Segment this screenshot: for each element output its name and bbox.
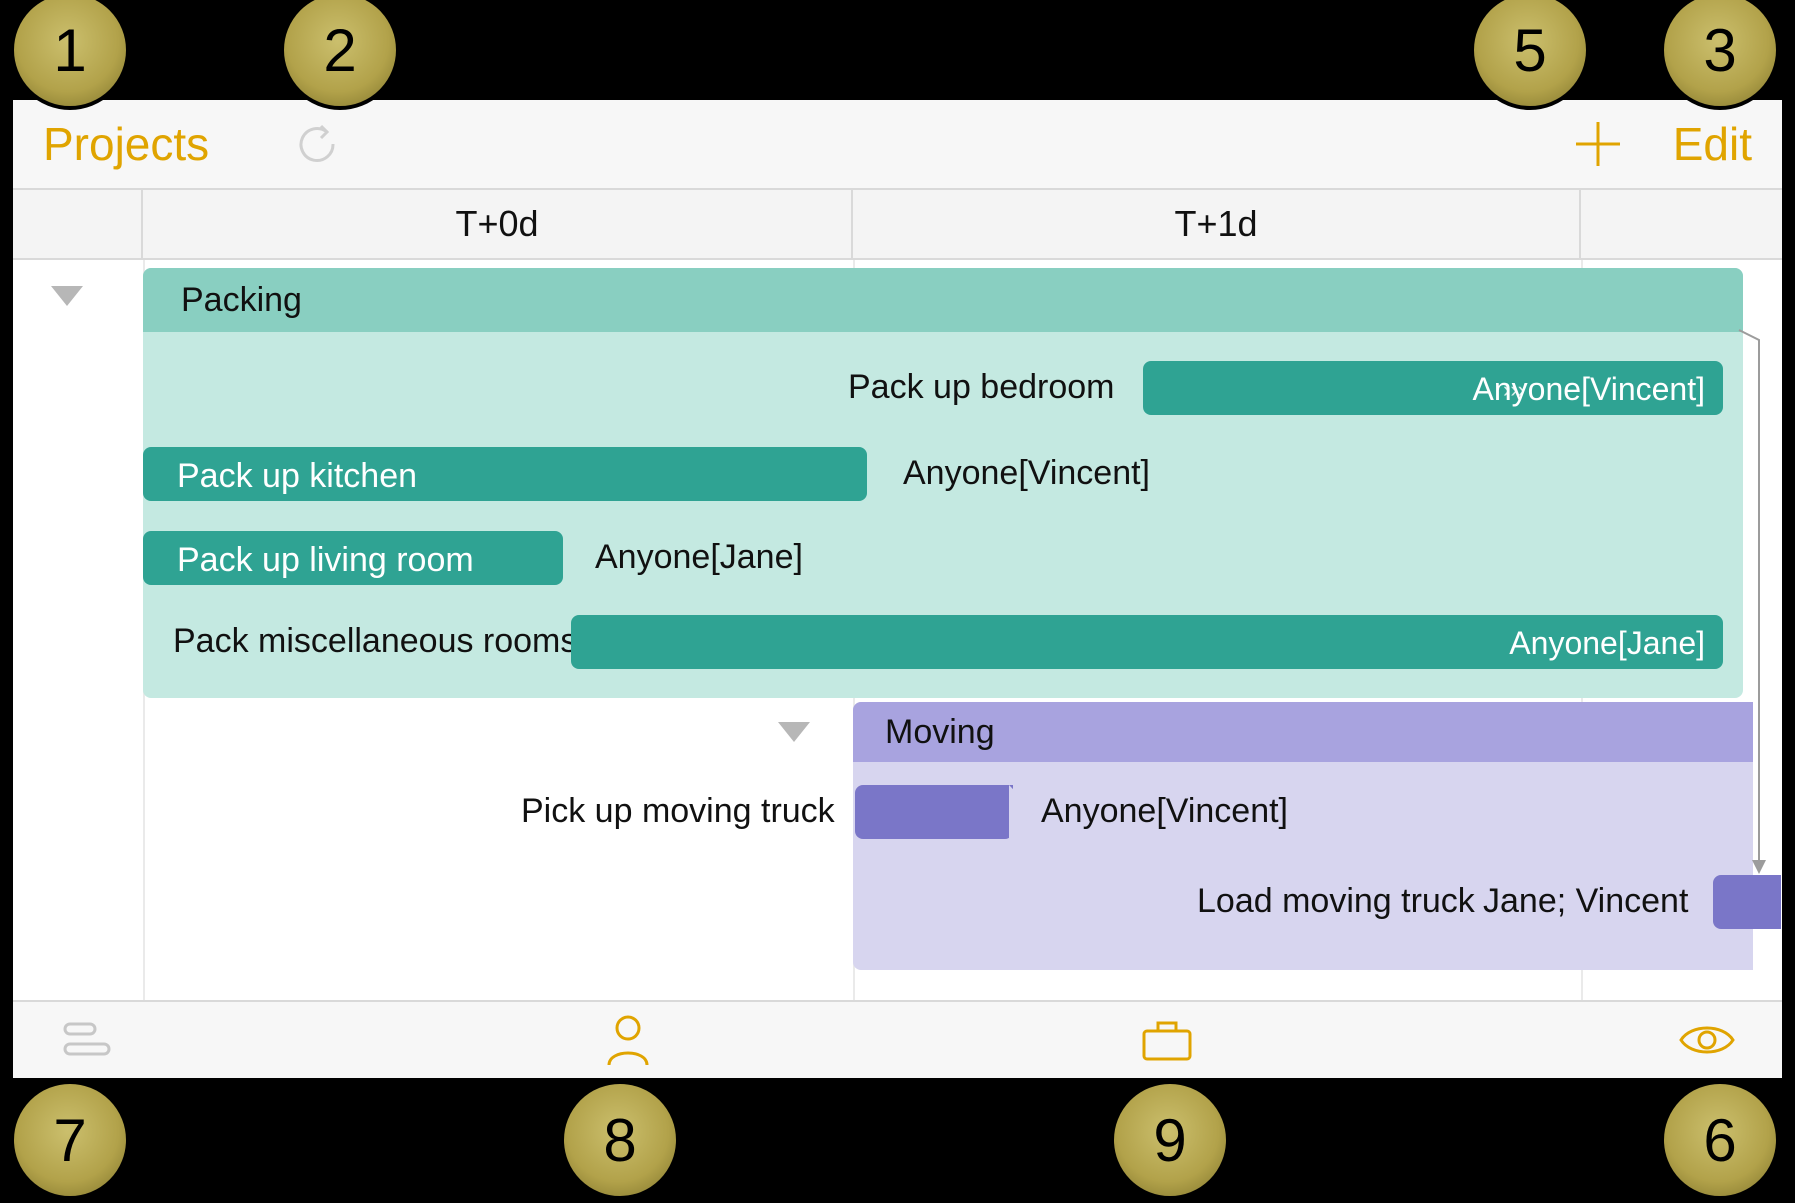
disclosure-triangle-icon[interactable] xyxy=(51,286,83,306)
task-bar[interactable]: Pack up living room xyxy=(143,531,563,585)
group-header[interactable]: Moving xyxy=(853,702,1753,762)
back-button[interactable]: Projects xyxy=(43,117,209,171)
plus-icon xyxy=(1572,118,1624,170)
callout-badge: 1 xyxy=(10,0,130,110)
app-window: Projects Edit T+0d T+1d Packing Pack up … xyxy=(13,100,1782,1078)
callout-badge: 7 xyxy=(10,1080,130,1200)
callout-badge: 2 xyxy=(280,0,400,110)
task-bar[interactable] xyxy=(1713,875,1781,929)
task-row[interactable]: Pack miscellaneous rooms Anyone[Jane] xyxy=(143,600,1782,684)
task-assignee: Anyone[Vincent] xyxy=(903,454,1150,493)
callout-badge: 3 xyxy=(1660,0,1780,110)
view-button[interactable] xyxy=(1672,1010,1742,1070)
task-bar[interactable]: Pack up kitchen xyxy=(143,447,867,501)
callout-badge: 5 xyxy=(1470,0,1590,110)
callout-badge: 9 xyxy=(1110,1080,1230,1200)
group-header[interactable]: Packing xyxy=(143,268,1743,332)
task-bar[interactable]: Anyone[Jane] xyxy=(571,615,1723,669)
task-label: Pack up kitchen xyxy=(177,457,417,496)
task-row[interactable]: Pack up living room Anyone[Jane] xyxy=(143,516,1782,600)
timeline-column: T+1d xyxy=(853,190,1581,258)
contacts-button[interactable] xyxy=(593,1010,663,1070)
task-label: Pick up moving truck xyxy=(521,792,835,831)
edit-button[interactable]: Edit xyxy=(1673,117,1752,171)
task-assignee: Jane; Vincent xyxy=(1483,882,1688,921)
task-row[interactable]: Pack up kitchen Anyone[Vincent] xyxy=(143,432,1782,516)
tasks-icon xyxy=(63,1020,113,1060)
eye-icon xyxy=(1677,1020,1737,1060)
task-bar[interactable]: ››› Anyone[Vincent] xyxy=(1143,361,1723,415)
task-assignee: Anyone[Vincent] xyxy=(1473,371,1705,408)
undo-button[interactable] xyxy=(289,119,349,169)
bar-tail-icon xyxy=(1009,785,1035,839)
task-row[interactable]: Pack up bedroom ››› Anyone[Vincent] xyxy=(143,346,1782,430)
add-button[interactable] xyxy=(1568,114,1628,174)
bottom-toolbar xyxy=(13,1000,1782,1078)
task-assignee: Anyone[Jane] xyxy=(595,538,803,577)
task-label: Pack up living room xyxy=(177,541,474,580)
task-assignee: Anyone[Vincent] xyxy=(1041,792,1288,831)
timeline-column xyxy=(1581,190,1782,258)
tasks-view-button[interactable] xyxy=(53,1010,123,1070)
person-icon xyxy=(603,1013,653,1067)
briefcase-button[interactable] xyxy=(1132,1010,1202,1070)
task-bar[interactable] xyxy=(855,785,1013,839)
task-row[interactable]: Load moving truck Jane; Vincent xyxy=(143,860,1782,944)
timeline-header: T+0d T+1d xyxy=(13,190,1782,260)
briefcase-icon xyxy=(1140,1017,1194,1063)
callout-badge: 6 xyxy=(1660,1080,1780,1200)
callout-badge: 8 xyxy=(560,1080,680,1200)
task-assignee: Anyone[Jane] xyxy=(1509,625,1705,662)
timeline-gutter xyxy=(13,190,143,258)
disclosure-triangle-icon[interactable] xyxy=(778,722,810,742)
task-label: Pack up bedroom xyxy=(848,368,1115,407)
task-label: Pack miscellaneous rooms xyxy=(173,622,577,661)
gantt-chart[interactable]: Packing Pack up bedroom ››› Anyone[Vince… xyxy=(13,260,1782,1000)
task-label: Load moving truck xyxy=(1197,882,1475,921)
task-row[interactable]: Pick up moving truck Anyone[Vincent] xyxy=(143,770,1782,854)
top-toolbar: Projects Edit xyxy=(13,100,1782,190)
undo-icon xyxy=(297,122,341,166)
timeline-column: T+0d xyxy=(143,190,853,258)
